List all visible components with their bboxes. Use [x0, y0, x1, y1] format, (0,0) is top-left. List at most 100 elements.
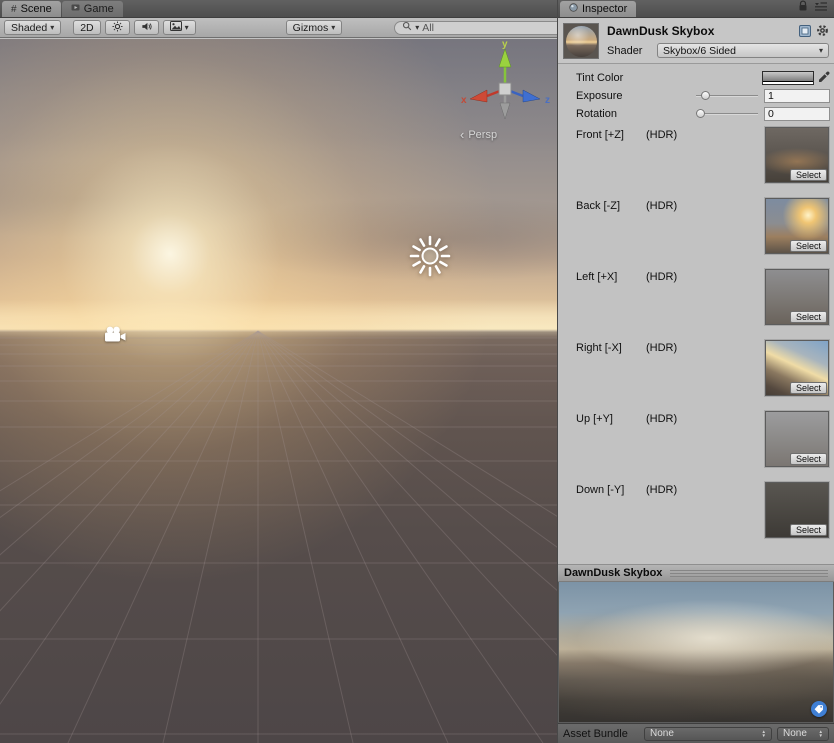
chevron-down-icon: ▾ [331, 24, 335, 32]
axis-neg-y-cone [500, 103, 510, 119]
inspector-panel: Inspector DawnDusk Skybox [557, 0, 834, 743]
scene-grid-icon: # [11, 4, 17, 15]
rotation-value-field[interactable] [764, 107, 830, 121]
lock-icon[interactable] [798, 0, 808, 15]
texture-select-button[interactable]: Select [790, 524, 827, 536]
projection-mode-label[interactable]: ‹ Persp [460, 127, 497, 142]
texture-select-button[interactable]: Select [790, 453, 827, 465]
preview-header[interactable]: DawnDusk Skybox [558, 565, 834, 582]
scene-viewport[interactable]: y x z ‹ Persp [0, 39, 557, 743]
texture-slot-label: Back [-Z] [576, 200, 646, 254]
texture-thumbnail[interactable]: Select [765, 411, 829, 467]
eyedropper-icon[interactable] [818, 70, 830, 86]
unity-editor-window: # Scene Game Shaded ▾ 2D [0, 0, 834, 743]
tab-scene-label: Scene [21, 3, 52, 15]
tab-inspector[interactable]: Inspector [560, 1, 636, 17]
scene-search-field[interactable]: ▾ [394, 21, 582, 35]
tint-color-label: Tint Color [576, 72, 762, 84]
scene-orientation-gizmo[interactable]: y x z [458, 39, 553, 134]
pane-menu-icon[interactable] [814, 1, 828, 14]
exposure-slider-thumb[interactable] [701, 91, 710, 100]
asset-labels-button[interactable] [811, 701, 827, 717]
rotation-slider-thumb[interactable] [696, 109, 705, 118]
exposure-value-field[interactable] [764, 89, 830, 103]
scene-pane: # Scene Game Shaded ▾ 2D [0, 0, 557, 743]
texture-thumbnail[interactable]: Select [765, 340, 829, 396]
axis-x-cone [470, 90, 487, 102]
camera-gizmo[interactable] [103, 326, 127, 343]
texture-thumbnail[interactable]: Select [765, 127, 829, 183]
asset-bundle-dropdown[interactable]: None ▲▼ [644, 727, 772, 741]
hdr-tag: (HDR) [646, 271, 677, 325]
texture-slot-label: Right [-X] [576, 342, 646, 396]
search-filter-caret-icon[interactable]: ▾ [415, 24, 419, 32]
rotation-slider[interactable] [696, 108, 758, 120]
chevron-down-icon: ▾ [819, 47, 823, 55]
persp-chevron-icon: ‹ [460, 127, 464, 142]
texture-slot-label: Left [+X] [576, 271, 646, 325]
rotation-label: Rotation [576, 108, 696, 120]
rotation-row: Rotation [576, 106, 830, 122]
texture-slot-back: Back [-Z] (HDR) Select [576, 198, 830, 254]
directional-light-gizmo[interactable] [407, 233, 453, 279]
search-input[interactable] [422, 22, 574, 34]
axis-z-label: z [545, 95, 550, 106]
gear-icon[interactable] [816, 24, 829, 40]
texture-select-button[interactable]: Select [790, 240, 827, 252]
texture-slot-down: Down [-Y] (HDR) Select [576, 482, 830, 538]
game-icon [71, 3, 80, 15]
shading-mode-dropdown[interactable]: Shaded ▾ [4, 20, 61, 35]
axis-y-label: y [502, 39, 508, 50]
exposure-slider[interactable] [696, 90, 758, 102]
hdr-tag: (HDR) [646, 129, 677, 183]
tint-color-field[interactable] [762, 71, 814, 85]
material-header: DawnDusk Skybox Shader Skybox/6 Sided ▾ [558, 18, 834, 64]
scene-effects-dropdown[interactable]: ▾ [163, 20, 196, 35]
tab-scene[interactable]: # Scene [2, 1, 61, 17]
preview-title: DawnDusk Skybox [564, 567, 662, 579]
toggle-2d-button[interactable]: 2D [73, 20, 100, 35]
gizmos-dropdown[interactable]: Gizmos ▾ [286, 20, 343, 35]
texture-thumbnail[interactable]: Select [765, 482, 829, 538]
shader-label: Shader [607, 45, 657, 57]
search-icon [402, 21, 412, 34]
hdr-tag: (HDR) [646, 342, 677, 396]
popup-arrows-icon: ▲▼ [762, 730, 766, 738]
texture-thumbnail[interactable]: Select [765, 269, 829, 325]
texture-thumbnail[interactable]: Select [765, 198, 829, 254]
speaker-icon [141, 21, 152, 35]
texture-select-button[interactable]: Select [790, 169, 827, 181]
tab-inspector-label: Inspector [582, 3, 627, 15]
tab-game-label: Game [84, 3, 114, 15]
texture-slot-label: Front [+Z] [576, 129, 646, 183]
axis-y-cone [499, 49, 511, 67]
skybox-preview-image [558, 582, 834, 723]
material-sphere [566, 26, 597, 57]
scene-lighting-toggle[interactable] [105, 20, 130, 35]
material-preview-thumb[interactable] [563, 23, 599, 59]
image-icon [170, 21, 182, 34]
shader-dropdown[interactable]: Skybox/6 Sided ▾ [657, 43, 829, 58]
texture-select-button[interactable]: Select [790, 311, 827, 323]
popup-arrows-icon: ▲▼ [819, 730, 823, 738]
tag-icon [814, 704, 824, 714]
preview-drag-handle-icon[interactable] [670, 570, 828, 577]
material-preview-section: DawnDusk Skybox Asset Bundle None ▲▼ [558, 564, 834, 743]
tab-game[interactable]: Game [62, 1, 123, 17]
sun-icon [112, 21, 123, 35]
asset-bundle-bar: Asset Bundle None ▲▼ None ▲▼ [558, 723, 834, 743]
chevron-down-icon: ▾ [185, 24, 189, 32]
gizmo-center-cube[interactable] [499, 83, 511, 95]
hdr-tag: (HDR) [646, 413, 677, 467]
scene-audio-toggle[interactable] [134, 20, 159, 35]
axis-x-label: x [461, 95, 467, 106]
presets-icon[interactable] [799, 25, 811, 40]
scene-tabbar: # Scene Game [0, 0, 557, 18]
texture-select-button[interactable]: Select [790, 382, 827, 394]
asset-variant-dropdown[interactable]: None ▲▼ [777, 727, 829, 741]
asset-bundle-label: Asset Bundle [563, 728, 628, 740]
texture-slot-left: Left [+X] (HDR) Select [576, 269, 830, 325]
exposure-row: Exposure [576, 88, 830, 104]
inspector-tabbar: Inspector [558, 0, 834, 18]
hdr-tag: (HDR) [646, 484, 677, 538]
